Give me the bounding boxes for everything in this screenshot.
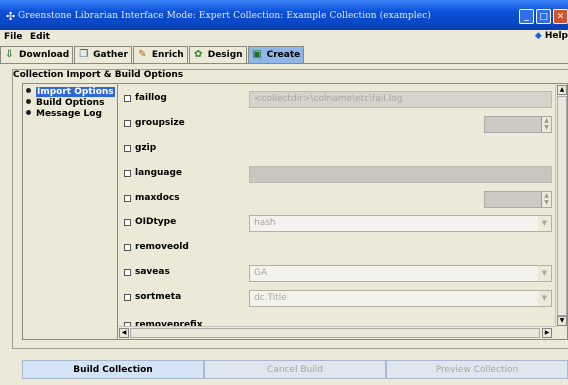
option-row-gzip: gzip (118, 138, 552, 162)
faillog-input[interactable]: <collectdir>\colname\etc\fail.log (249, 91, 552, 108)
gzip-checkbox[interactable] (124, 145, 131, 152)
vertical-scrollbar[interactable]: ▲ ▼ (555, 84, 567, 327)
import-options-area: faillog <collectdir>\colname\etc\fail.lo… (117, 83, 568, 340)
window-title: Greenstone Librarian Interface Mode: Exp… (18, 11, 431, 21)
tab-create[interactable]: ▣ Create (247, 46, 305, 63)
create-icon: ▣ (252, 49, 262, 60)
enrich-icon: ✎ (138, 49, 147, 60)
spinner-arrows-icon[interactable]: ▲ ▼ (541, 117, 551, 132)
option-label: gzip (135, 143, 157, 153)
faillog-checkbox[interactable] (124, 95, 131, 102)
select-value: dc.Title (254, 293, 287, 303)
language-input[interactable] (249, 166, 552, 183)
bullet-icon (26, 88, 31, 93)
saveas-checkbox[interactable] (124, 269, 131, 276)
window-controls: _ □ ✕ (519, 9, 568, 24)
list-item-import-options[interactable]: Import Options (26, 87, 115, 97)
menu-edit[interactable]: Edit (30, 32, 50, 42)
chevron-down-icon[interactable]: ▼ (538, 291, 551, 306)
tab-divider (0, 63, 568, 64)
bullet-icon (26, 110, 31, 115)
maximize-button[interactable]: □ (536, 9, 551, 24)
chevron-down-icon[interactable]: ▼ (538, 266, 551, 281)
tab-design[interactable]: ✿ Design (188, 46, 247, 63)
scroll-right-icon[interactable]: ▶ (542, 328, 552, 338)
option-label: groupsize (135, 118, 185, 128)
options-category-list: Import Options Build Options Message Log (22, 83, 118, 340)
select-value: GA (254, 268, 268, 278)
download-icon: ⇩ (5, 49, 14, 60)
build-button-bar: Build Collection Cancel Build Preview Co… (22, 360, 568, 379)
oidtype-checkbox[interactable] (124, 219, 131, 226)
help-icon: ◆ (534, 31, 542, 41)
tab-gather[interactable]: ❐ Gather (74, 46, 132, 63)
groupsize-spinner[interactable]: ▲ ▼ (484, 116, 552, 133)
maxdocs-spinner[interactable]: ▲ ▼ (484, 191, 552, 208)
option-label: sortmeta (135, 292, 182, 302)
spinner-arrows-icon[interactable]: ▲ ▼ (541, 192, 551, 207)
tab-download[interactable]: ⇩ Download (0, 46, 74, 63)
scroll-down-icon[interactable]: ▼ (557, 316, 567, 326)
sortmeta-checkbox[interactable] (124, 294, 131, 301)
option-label: language (135, 168, 183, 178)
language-checkbox[interactable] (124, 170, 131, 177)
chevron-down-icon[interactable]: ▼ (538, 216, 551, 231)
scroll-left-icon[interactable]: ◀ (119, 328, 129, 338)
panel-title: Collection Import & Build Options (13, 70, 184, 80)
list-item-message-log[interactable]: Message Log (26, 109, 102, 119)
option-row-language: language (118, 163, 552, 187)
menu-bar: File Edit ◆ Help (0, 30, 568, 44)
horizontal-scrollbar[interactable]: ◀ ▶ (118, 326, 557, 339)
option-row-oidtype: OIDtype hash ▼ (118, 212, 552, 236)
option-label: removeold (135, 242, 189, 252)
close-button[interactable]: ✕ (553, 9, 568, 24)
preview-collection-button[interactable]: Preview Collection (386, 360, 568, 379)
option-row-saveas: saveas GA ▼ (118, 262, 552, 286)
cancel-build-button[interactable]: Cancel Build (204, 360, 386, 379)
title-bar[interactable]: ✣ Greenstone Librarian Interface Mode: E… (0, 0, 568, 30)
groupsize-checkbox[interactable] (124, 120, 131, 127)
oidtype-select[interactable]: hash ▼ (249, 215, 552, 232)
tab-enrich[interactable]: ✎ Enrich (132, 46, 188, 63)
sortmeta-select[interactable]: dc.Title ▼ (249, 290, 552, 307)
minimize-button[interactable]: _ (519, 9, 534, 24)
saveas-select[interactable]: GA ▼ (249, 265, 552, 282)
list-item-build-options[interactable]: Build Options (26, 98, 104, 108)
maxdocs-checkbox[interactable] (124, 195, 131, 202)
greenstone-icon: ✣ (6, 10, 16, 23)
design-icon: ✿ (194, 49, 203, 60)
option-label: saveas (135, 267, 170, 277)
scroll-thumb[interactable] (130, 328, 540, 338)
option-row-groupsize: groupsize ▲ ▼ (118, 113, 552, 137)
removeold-checkbox[interactable] (124, 244, 131, 251)
gather-icon: ❐ (79, 49, 89, 60)
scroll-thumb[interactable] (557, 96, 567, 316)
option-row-maxdocs: maxdocs ▲ ▼ (118, 188, 552, 212)
menu-help[interactable]: ◆ Help (535, 31, 568, 41)
select-value: hash (254, 218, 276, 228)
option-label: faillog (135, 93, 167, 103)
tab-bar: ⇩ Download ❐ Gather ✎ Enrich ✿ Design ▣ … (0, 46, 305, 64)
build-collection-button[interactable]: Build Collection (22, 360, 204, 379)
menu-file[interactable]: File (4, 32, 22, 42)
option-label: maxdocs (135, 193, 180, 203)
bullet-icon (26, 99, 31, 104)
option-row-removeold: removeold (118, 237, 552, 261)
option-label: OIDtype (135, 217, 177, 227)
option-row-sortmeta: sortmeta dc.Title ▼ (118, 287, 552, 311)
scroll-up-icon[interactable]: ▲ (557, 85, 567, 95)
option-row-faillog: faillog <collectdir>\colname\etc\fail.lo… (118, 88, 552, 112)
